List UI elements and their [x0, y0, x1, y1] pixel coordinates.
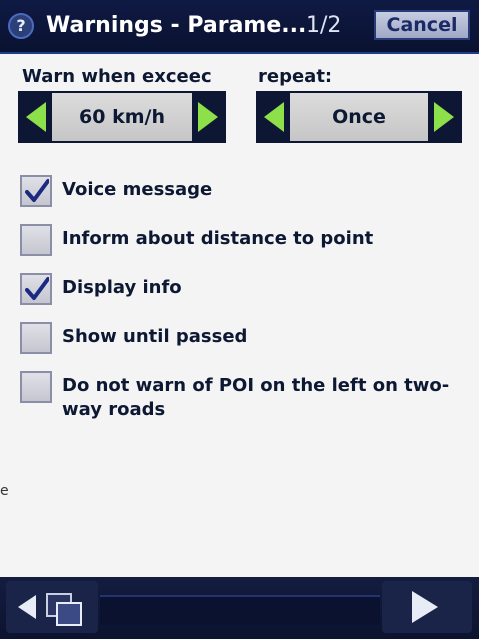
- next-repeat-button[interactable]: [428, 93, 460, 141]
- option-show-until-passed[interactable]: Show until passed: [20, 322, 460, 356]
- back-arrow-icon: [18, 595, 36, 619]
- option-inform-distance[interactable]: Inform about distance to point: [20, 224, 460, 258]
- arrow-left-icon: [264, 102, 284, 132]
- speed-threshold-value: 60 km/h: [52, 93, 192, 141]
- checkbox-voice-message[interactable]: [20, 175, 52, 207]
- next-arrow-icon: [412, 591, 438, 623]
- next-page-button[interactable]: [382, 581, 472, 633]
- option-label: Do not warn of POI on the left on two-wa…: [62, 375, 450, 420]
- repeat-value: Once: [290, 93, 428, 141]
- decrease-speed-button[interactable]: [20, 93, 52, 141]
- option-display-info[interactable]: Display info: [20, 273, 460, 307]
- option-label: Display info: [62, 277, 182, 298]
- switch-windows-icon: [46, 593, 82, 626]
- edge-text-fragment: e: [0, 483, 8, 499]
- toolbar-strip: [100, 595, 380, 625]
- speed-threshold-label: Warn when exceec: [22, 66, 212, 87]
- option-label: Show until passed: [62, 326, 248, 347]
- repeat-label: repeat:: [258, 66, 333, 87]
- bottom-toolbar: [0, 577, 479, 639]
- increase-speed-button[interactable]: [192, 93, 224, 141]
- back-button[interactable]: [6, 581, 98, 633]
- checkmark-icon: [25, 179, 49, 202]
- option-voice-message[interactable]: Voice message: [20, 175, 460, 209]
- arrow-left-icon: [26, 102, 46, 132]
- cancel-button[interactable]: Cancel: [374, 10, 470, 40]
- question-mark-icon[interactable]: ?: [8, 13, 34, 39]
- checkbox-show-until-passed[interactable]: [20, 322, 52, 354]
- checkbox-display-info[interactable]: [20, 273, 52, 305]
- arrow-right-icon: [198, 102, 218, 132]
- option-label: Voice message: [62, 179, 213, 200]
- repeat-stepper: Once: [256, 91, 462, 143]
- checkmark-icon: [25, 277, 49, 300]
- title-bar: ? Warnings - Parame... 1/2 Cancel: [0, 0, 479, 54]
- option-no-left-poi-warning[interactable]: Do not warn of POI on the left on two-wa…: [20, 371, 460, 427]
- arrow-right-icon: [434, 102, 454, 132]
- option-label: Inform about distance to point: [62, 228, 374, 249]
- speed-threshold-stepper: 60 km/h: [18, 91, 226, 143]
- page-title: Warnings - Parame...: [46, 13, 307, 38]
- warnings-parameters-screen: ? Warnings - Parame... 1/2 Cancel Warn w…: [0, 0, 479, 639]
- checkbox-no-left-poi-warning[interactable]: [20, 371, 52, 403]
- checkbox-inform-distance[interactable]: [20, 224, 52, 256]
- previous-repeat-button[interactable]: [258, 93, 290, 141]
- page-indicator: 1/2: [306, 13, 342, 38]
